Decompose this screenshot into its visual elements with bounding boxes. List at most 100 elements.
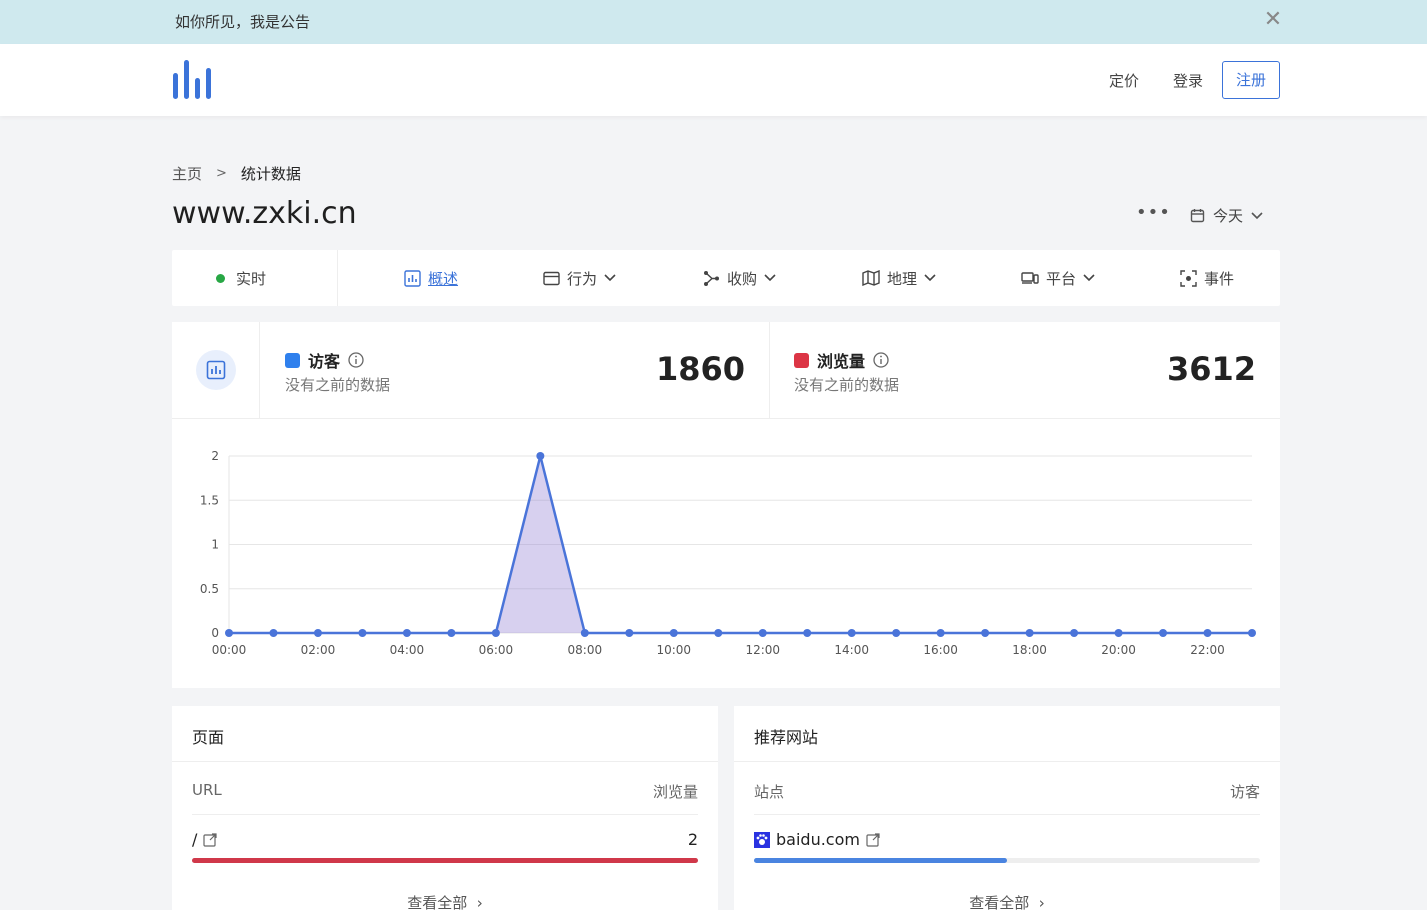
top-navbar: 定价 登录 注册: [0, 44, 1427, 116]
row-url: /: [192, 830, 198, 849]
data-point: [625, 629, 634, 637]
view-all-link[interactable]: 查看全部 ›: [734, 892, 1280, 910]
tab-label: 概述: [428, 269, 459, 288]
x-tick-label: 00:00: [212, 643, 247, 657]
tab-label: 收购: [727, 269, 758, 288]
view-all-label: 查看全部: [407, 894, 468, 910]
tab-geography[interactable]: 地理: [862, 250, 936, 306]
table-row[interactable]: /: [192, 830, 217, 849]
data-point: [1203, 629, 1212, 637]
breadcrumb-home[interactable]: 主页: [172, 163, 202, 184]
more-options-icon[interactable]: •••: [1136, 202, 1171, 223]
data-point: [225, 629, 233, 637]
info-icon[interactable]: [873, 352, 889, 368]
announcement-bar: 如你所见，我是公告 ✕: [0, 0, 1427, 44]
tab-platform[interactable]: 平台: [1021, 250, 1095, 306]
x-tick-label: 02:00: [301, 643, 336, 657]
data-point: [847, 629, 856, 637]
data-point: [803, 629, 812, 637]
chevron-down-icon: [1083, 274, 1095, 282]
x-tick-label: 10:00: [656, 643, 691, 657]
visitors-sub: 没有之前的数据: [285, 376, 391, 394]
bar-chart-icon: [196, 350, 236, 390]
tab-behavior[interactable]: 行为: [543, 250, 616, 306]
tab-label: 地理: [887, 269, 918, 288]
divider: [192, 814, 698, 815]
data-point: [313, 629, 322, 637]
tab-acquisition[interactable]: 收购: [703, 250, 776, 306]
close-icon[interactable]: ✕: [1262, 8, 1284, 32]
stats-card: 访客 没有之前的数据 1860 浏览量 没有之前的数据 3612 0 0.5 1 1.…: [172, 322, 1280, 688]
data-point: [1070, 629, 1079, 637]
data-point: [758, 629, 767, 637]
progress-track: [192, 858, 698, 863]
tab-events[interactable]: 事件: [1180, 250, 1234, 306]
tab-label: 事件: [1204, 269, 1235, 288]
scan-icon: [1180, 269, 1197, 287]
pageviews-label: 浏览量: [794, 348, 889, 372]
progress-fill: [754, 858, 1007, 863]
info-icon[interactable]: [348, 352, 364, 368]
column-header-views: 浏览量: [652, 783, 698, 801]
external-link-icon[interactable]: [203, 832, 217, 847]
tab-label: 行为: [567, 269, 598, 288]
pageviews-value: 3612: [1166, 350, 1256, 388]
divider: [734, 761, 1280, 762]
data-point: [269, 629, 278, 637]
data-point: [358, 629, 367, 637]
tab-realtime[interactable]: 实时: [216, 250, 266, 306]
bar-chart-icon: [404, 269, 421, 287]
x-tick-label: 14:00: [834, 643, 869, 657]
chevron-right-icon: >: [216, 166, 227, 181]
data-point: [1114, 629, 1123, 637]
column-header-visitors: 访客: [1229, 783, 1260, 801]
stats-icon-box: [172, 322, 260, 418]
nav-login-link[interactable]: 登录: [1173, 70, 1203, 91]
chevron-down-icon: [1251, 211, 1263, 219]
x-tick-label: 06:00: [479, 643, 514, 657]
y-tick-label: 1.5: [200, 493, 219, 507]
data-point: [669, 629, 678, 637]
x-tick-label: 20:00: [1101, 643, 1136, 657]
divider: [754, 814, 1260, 815]
tab-label: 实时: [236, 269, 267, 288]
pages-panel: 页面 URL 浏览量 / 2 查看全部 ›: [172, 706, 718, 910]
pageviews-swatch: [794, 352, 809, 368]
devices-icon: [1021, 272, 1039, 284]
y-tick-label: 1: [211, 538, 219, 552]
y-tick-label: 0: [211, 626, 219, 640]
logo[interactable]: [172, 59, 214, 101]
x-tick-label: 04:00: [390, 643, 425, 657]
announcement-text: 如你所见，我是公告: [175, 13, 311, 31]
view-all-link[interactable]: 查看全部 ›: [172, 892, 718, 910]
signup-button[interactable]: 注册: [1222, 61, 1280, 99]
data-point: [1025, 629, 1034, 637]
x-tick-label: 22:00: [1190, 643, 1225, 657]
table-row[interactable]: baidu.com: [754, 830, 880, 849]
visitors-value: 1860: [655, 350, 745, 388]
map-icon: [862, 270, 880, 286]
data-point: [580, 629, 589, 637]
external-link-icon[interactable]: [866, 832, 880, 847]
column-header-url: URL: [192, 781, 222, 799]
data-point: [447, 629, 456, 637]
x-tick-label: 18:00: [1012, 643, 1047, 657]
nav-pricing-link[interactable]: 定价: [1109, 70, 1139, 91]
breadcrumb: 主页 > 统计数据: [172, 163, 301, 184]
live-dot-icon: [216, 273, 225, 283]
progress-track: [754, 858, 1260, 863]
chevron-down-icon: [924, 274, 936, 282]
progress-fill: [192, 858, 698, 863]
visitors-swatch: [285, 352, 300, 368]
view-all-label: 查看全部: [969, 894, 1030, 910]
metric-name: 访客: [308, 352, 341, 371]
data-point: [892, 629, 901, 637]
date-range-label: 今天: [1213, 207, 1244, 225]
divider: [172, 761, 718, 762]
date-range-picker[interactable]: 今天: [1190, 205, 1263, 226]
row-site: baidu.com: [776, 830, 860, 849]
data-point: [402, 629, 411, 637]
data-point: [981, 629, 990, 637]
data-point: [491, 629, 500, 637]
tab-overview[interactable]: 概述: [404, 250, 458, 306]
